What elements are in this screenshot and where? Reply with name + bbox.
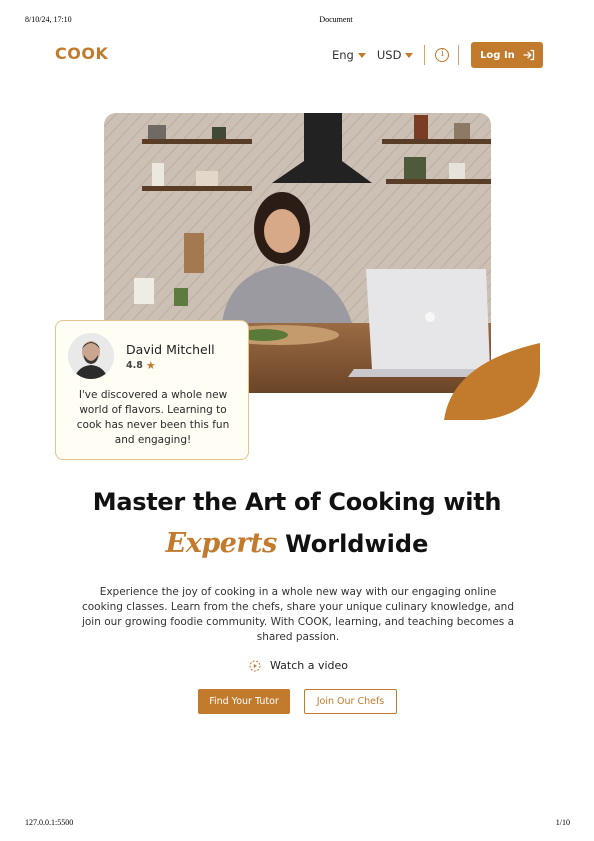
headline-script-word: Experts xyxy=(165,528,278,559)
rating-value: 4.8 xyxy=(126,360,143,371)
watch-video-link[interactable]: Watch a video xyxy=(249,659,348,672)
currency-label: USD xyxy=(376,48,402,62)
chevron-down-icon xyxy=(357,53,366,58)
watch-label: Watch a video xyxy=(270,659,349,672)
reviewer-name: David Mitchell xyxy=(126,342,215,357)
find-tutor-button[interactable]: Find Your Tutor xyxy=(198,689,290,714)
avatar xyxy=(68,333,114,379)
reviewer-rating: 4.8 ★ xyxy=(126,359,156,372)
print-page: 1/10 xyxy=(555,818,570,827)
login-label: Log In xyxy=(480,49,515,61)
chevron-down-icon xyxy=(405,53,414,58)
hero-description: Experience the joy of cooking in a whole… xyxy=(81,586,515,643)
language-label: Eng xyxy=(332,48,354,62)
decorative-leaf xyxy=(444,343,540,420)
language-dropdown[interactable]: Eng xyxy=(332,48,366,62)
star-icon: ★ xyxy=(145,359,156,372)
currency-dropdown[interactable]: USD xyxy=(377,48,414,62)
login-arrow-icon xyxy=(523,49,534,61)
headline-rest: Worldwide xyxy=(285,530,429,558)
logo[interactable]: COOK xyxy=(55,44,108,63)
join-chefs-button[interactable]: Join Our Chefs xyxy=(304,689,397,714)
hero-headline-line2: Experts Worldwide xyxy=(0,528,594,559)
review-text: I've discovered a whole new world of fla… xyxy=(76,389,230,446)
top-nav: Eng USD i Log In xyxy=(330,42,544,68)
divider xyxy=(458,45,460,65)
play-icon xyxy=(249,660,261,671)
divider xyxy=(424,45,426,65)
info-icon[interactable]: i xyxy=(435,48,450,62)
login-button[interactable]: Log In xyxy=(471,42,544,68)
print-title: Document xyxy=(319,15,353,24)
hero-headline: Master the Art of Cooking with xyxy=(92,488,502,516)
print-url: 127.0.0.1:5500 xyxy=(25,818,74,827)
review-card: David Mitchell 4.8 ★ I've discovered a w… xyxy=(55,320,249,460)
